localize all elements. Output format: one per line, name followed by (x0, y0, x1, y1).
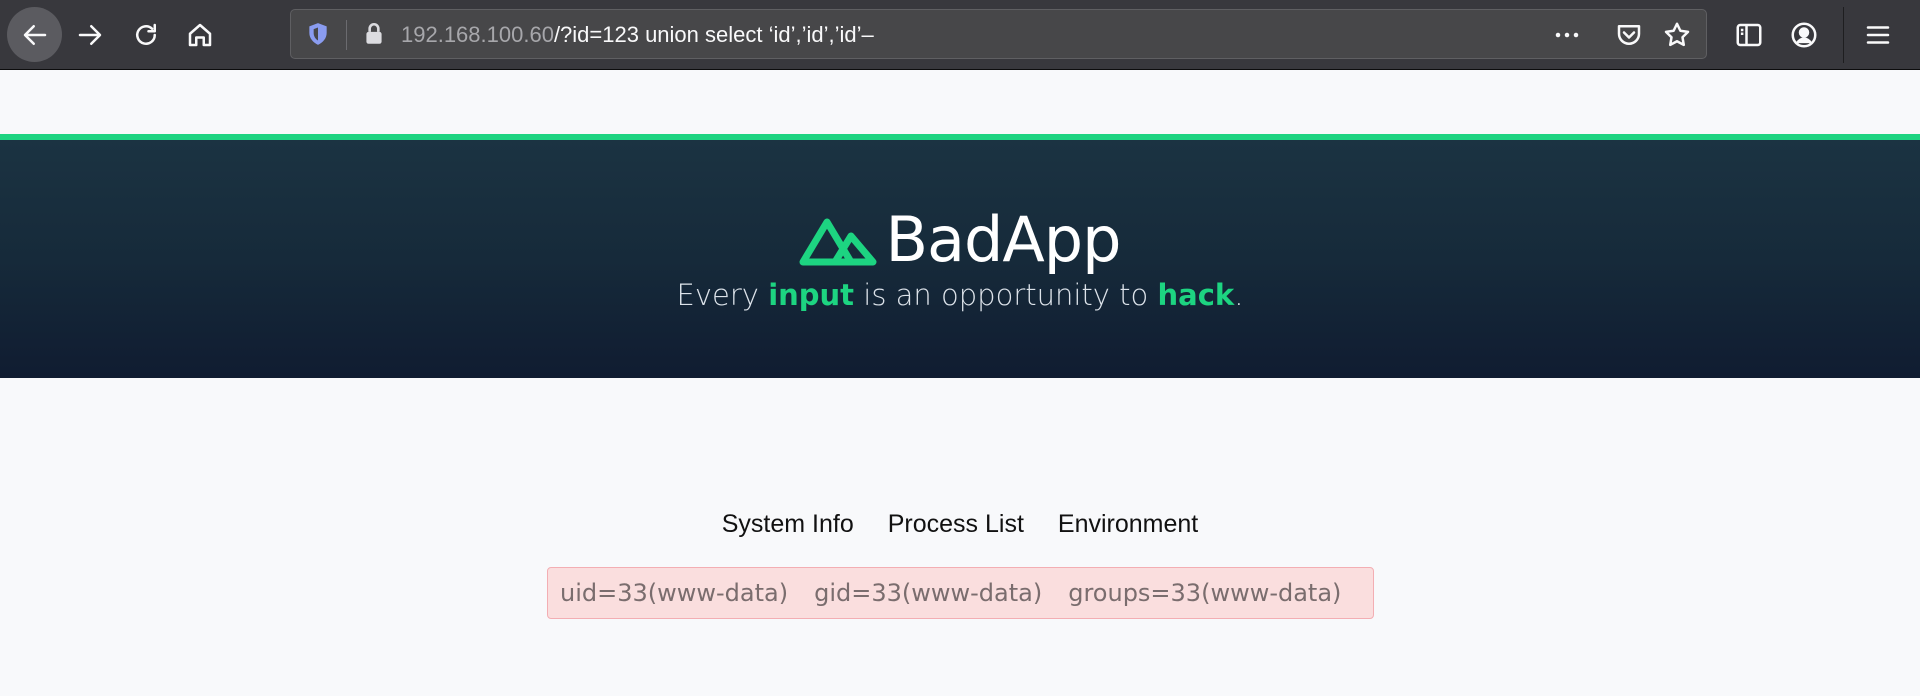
tagline: Every input is an opportunity to hack. (0, 277, 1920, 313)
star-icon (1664, 22, 1690, 47)
pocket-icon (1617, 25, 1641, 45)
tracking-shield-icon[interactable] (305, 21, 331, 47)
mountain-logo-icon (799, 218, 877, 266)
account-icon (1791, 22, 1817, 48)
back-button[interactable] (7, 7, 62, 62)
url-host: 192.168.100.60 (401, 22, 554, 47)
reload-icon (135, 23, 156, 45)
arrow-right-icon (78, 24, 101, 45)
address-bar-separator (346, 20, 347, 50)
more-dots-icon (1555, 32, 1579, 38)
arrow-left-icon (23, 24, 46, 45)
tab-process-list[interactable]: Process List (888, 506, 1024, 542)
tagline-highlight-input: input (768, 278, 855, 312)
brand-name: BadApp (885, 203, 1121, 276)
tab-system-info[interactable]: System Info (722, 506, 854, 542)
account-button[interactable] (1789, 20, 1819, 50)
browser-toolbar: 192.168.100.60/?id=123 union select ‘id’… (0, 0, 1920, 70)
command-output-box: uid=33(www-data) gid=33(www-data) groups… (547, 567, 1374, 619)
url-text[interactable]: 192.168.100.60/?id=123 union select ‘id’… (401, 22, 874, 48)
output-uid: uid=33(www-data) (560, 579, 789, 607)
home-button[interactable] (172, 7, 227, 62)
hamburger-menu-icon (1866, 26, 1890, 44)
tagline-text: is an opportunity to (854, 278, 1158, 312)
lock-icon[interactable] (361, 21, 387, 47)
nav-tabs: System Info Process List Environment (0, 506, 1920, 542)
output-groups: groups=33(www-data) (1068, 579, 1342, 607)
url-path: /?id=123 union select ‘id’,’id’,’id’– (553, 22, 874, 47)
app-menu-button[interactable] (1863, 20, 1893, 50)
pocket-button[interactable] (1614, 20, 1644, 50)
address-bar[interactable]: 192.168.100.60/?id=123 union select ‘id’… (290, 9, 1707, 59)
toolbar-divider (1843, 7, 1844, 63)
home-icon (188, 23, 211, 46)
page-actions-button[interactable] (1552, 20, 1592, 50)
tagline-text: . (1234, 278, 1244, 312)
tagline-text: Every (676, 278, 769, 312)
brand: BadApp (0, 205, 1920, 275)
hero-banner: BadApp Every input is an opportunity to … (0, 140, 1920, 378)
output-gid: gid=33(www-data) (814, 579, 1043, 607)
forward-button[interactable] (62, 7, 117, 62)
tab-environment[interactable]: Environment (1058, 506, 1198, 542)
bookmark-star-button[interactable] (1662, 20, 1692, 50)
tagline-highlight-hack: hack (1157, 278, 1235, 312)
sidebar-icon (1736, 23, 1762, 47)
reload-button[interactable] (118, 7, 173, 62)
sidebar-toggle-button[interactable] (1734, 20, 1764, 50)
